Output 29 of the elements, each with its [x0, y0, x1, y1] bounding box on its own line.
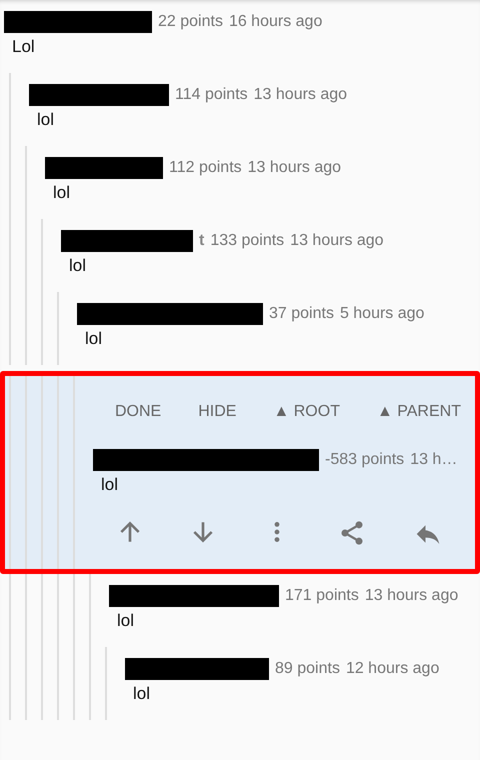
- author-name[interactable]: t: [199, 232, 204, 250]
- comment-text: Lol: [11, 36, 36, 57]
- comment-text: lol: [52, 182, 72, 203]
- timestamp: 13 h…: [410, 451, 458, 469]
- points-label: 133 points: [210, 232, 284, 250]
- comment-text: lol: [84, 328, 104, 349]
- action-tab[interactable]: DONE: [109, 399, 168, 425]
- timestamp: 16 hours ago: [228, 13, 322, 31]
- comment-text: lol: [116, 610, 136, 631]
- timestamp: 5 hours ago: [340, 305, 424, 323]
- points-label: 114 points: [175, 86, 248, 104]
- points-label: 112 points: [169, 159, 242, 177]
- timestamp: 13 hours ago: [254, 86, 348, 104]
- comment-text: lol: [36, 109, 56, 130]
- timestamp: 13 hours ago: [248, 159, 342, 177]
- timestamp: 13 hours ago: [290, 232, 384, 250]
- action-tab[interactable]: ▲ PARENT: [370, 399, 467, 425]
- points-label: 22 points: [158, 13, 223, 31]
- timestamp: 12 hours ago: [346, 660, 440, 678]
- comment-text: lol: [132, 683, 152, 704]
- points-label: 37 points: [269, 305, 334, 323]
- points-label: 89 points: [275, 660, 340, 678]
- timestamp: 13 hours ago: [364, 587, 458, 605]
- points-label: -583 points: [325, 451, 404, 469]
- comment-text: lol: [68, 255, 88, 276]
- points-label: 171 points: [285, 587, 359, 605]
- action-tab[interactable]: HIDE: [192, 399, 242, 425]
- action-tab[interactable]: ▲ ROOT: [267, 399, 346, 425]
- comment-text: lol: [100, 474, 120, 495]
